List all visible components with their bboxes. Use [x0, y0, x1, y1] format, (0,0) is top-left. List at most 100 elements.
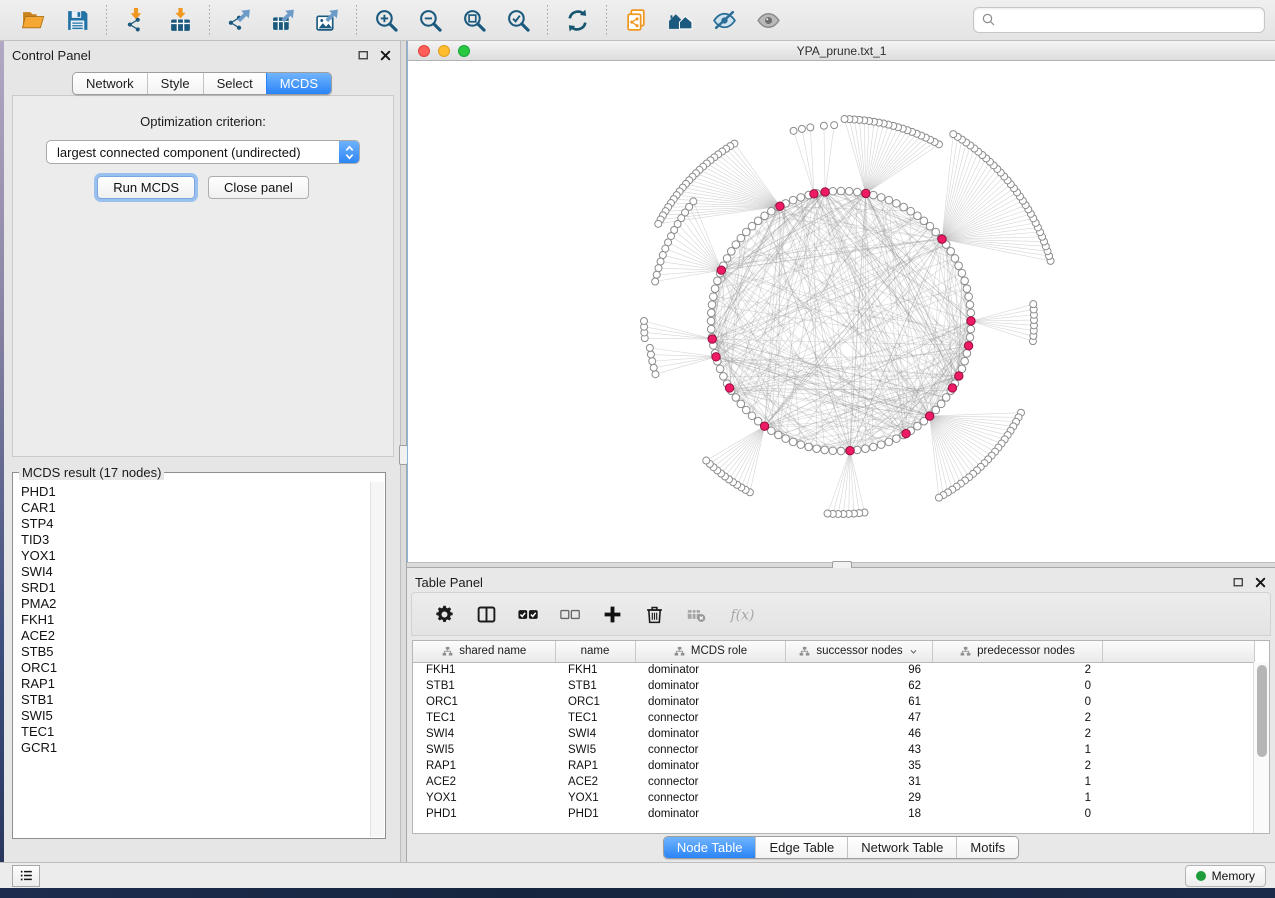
toggle-columns-button[interactable] — [476, 604, 497, 625]
show-all-button[interactable] — [751, 4, 785, 36]
zoom-selected-button[interactable] — [501, 4, 535, 36]
table-cell-filler — [1102, 758, 1254, 774]
table-cell: TEC1 — [555, 710, 635, 726]
export-image-button[interactable] — [310, 4, 344, 36]
tab-style[interactable]: Style — [147, 73, 203, 94]
table-cell: PHD1 — [555, 806, 635, 822]
mcds-list-scrollbar[interactable] — [370, 482, 384, 837]
mcds-result-item[interactable]: ACE2 — [21, 628, 369, 644]
vertical-splitter[interactable] — [400, 41, 407, 862]
table-row[interactable]: RAP1RAP1dominator352 — [413, 758, 1254, 774]
mcds-result-item[interactable]: SWI4 — [21, 564, 369, 580]
table-row[interactable]: SWI4SWI4dominator462 — [413, 726, 1254, 742]
close-panel-icon[interactable] — [379, 49, 392, 62]
table-cell: ORC1 — [413, 694, 555, 710]
table-cell: ORC1 — [555, 694, 635, 710]
table-scrollbar[interactable] — [1253, 662, 1269, 833]
tab-node-table[interactable]: Node Table — [664, 837, 756, 858]
optimization-criterion-select[interactable]: largest connected component (undirected) — [46, 140, 360, 164]
table-row[interactable]: PHD1PHD1dominator180 — [413, 806, 1254, 822]
table-row[interactable]: YOX1YOX1connector291 — [413, 790, 1254, 806]
table-row[interactable]: ACE2ACE2connector311 — [413, 774, 1254, 790]
export-table-button[interactable] — [266, 4, 300, 36]
table-cell: 35 — [785, 758, 932, 774]
console-button[interactable] — [12, 865, 40, 887]
network-canvas[interactable] — [408, 61, 1275, 562]
import-table-button[interactable] — [163, 4, 197, 36]
column-header[interactable]: shared name — [413, 641, 555, 662]
add-column-button[interactable] — [602, 604, 623, 625]
column-header[interactable]: name — [555, 641, 635, 662]
zoom-out-button[interactable] — [413, 4, 447, 36]
attribute-icon — [441, 645, 454, 658]
table-row[interactable]: FKH1FKH1dominator962 — [413, 662, 1254, 678]
float-panel-icon[interactable] — [1232, 576, 1245, 589]
mcds-result-item[interactable]: RAP1 — [21, 676, 369, 692]
close-panel-icon[interactable] — [1254, 576, 1267, 589]
mcds-result-item[interactable]: STB1 — [21, 692, 369, 708]
search-input[interactable] — [998, 13, 1258, 28]
table-cell: FKH1 — [555, 662, 635, 678]
table-settings-button[interactable] — [434, 604, 455, 625]
memory-button[interactable]: Memory — [1185, 865, 1266, 887]
run-mcds-button[interactable]: Run MCDS — [97, 176, 195, 199]
delete-table-button[interactable] — [686, 604, 707, 625]
save-session-button[interactable] — [60, 4, 94, 36]
mcds-result-item[interactable]: ORC1 — [21, 660, 369, 676]
table-toolbar: f(x) — [411, 592, 1271, 636]
mcds-result-item[interactable]: CAR1 — [21, 500, 369, 516]
table-cell: SWI4 — [555, 726, 635, 742]
table-row[interactable]: STB1STB1dominator620 — [413, 678, 1254, 694]
zoom-fit-button[interactable] — [457, 4, 491, 36]
mcds-result-item[interactable]: PMA2 — [21, 596, 369, 612]
tab-edge-table[interactable]: Edge Table — [755, 837, 847, 858]
mcds-result-item[interactable]: STP4 — [21, 516, 369, 532]
mcds-result-item[interactable]: YOX1 — [21, 548, 369, 564]
column-header[interactable]: predecessor nodes — [932, 641, 1102, 662]
mcds-result-item[interactable]: SWI5 — [21, 708, 369, 724]
search-box[interactable] — [973, 7, 1265, 33]
table-cell: ACE2 — [413, 774, 555, 790]
deselect-all-button[interactable] — [560, 604, 581, 625]
zoom-in-button[interactable] — [369, 4, 403, 36]
main-toolbar — [0, 0, 1275, 41]
close-panel-button[interactable]: Close panel — [208, 176, 309, 199]
scrollbar-thumb[interactable] — [1257, 665, 1267, 757]
delete-column-button[interactable] — [644, 604, 665, 625]
tab-motifs[interactable]: Motifs — [956, 837, 1018, 858]
export-network-button[interactable] — [222, 4, 256, 36]
mcds-result-item[interactable]: FKH1 — [21, 612, 369, 628]
table-cell: 43 — [785, 742, 932, 758]
refresh-layout-button[interactable] — [560, 4, 594, 36]
table-cell: 31 — [785, 774, 932, 790]
select-stepper-icon — [339, 140, 359, 164]
table-row[interactable]: SWI5SWI5connector431 — [413, 742, 1254, 758]
table-row[interactable]: ORC1ORC1dominator610 — [413, 694, 1254, 710]
import-network-button[interactable] — [119, 4, 153, 36]
column-header[interactable]: MCDS role — [635, 641, 785, 662]
mcds-result-item[interactable]: TID3 — [21, 532, 369, 548]
open-file-button[interactable] — [16, 4, 50, 36]
mcds-result-item[interactable]: TEC1 — [21, 724, 369, 740]
function-builder-button[interactable]: f(x) — [728, 604, 761, 625]
table-row[interactable]: TEC1TEC1connector472 — [413, 710, 1254, 726]
tab-network[interactable]: Network — [73, 73, 147, 94]
table-cell: dominator — [635, 806, 785, 822]
mcds-result-item[interactable]: SRD1 — [21, 580, 369, 596]
first-neighbors-button[interactable] — [663, 4, 697, 36]
table-cell: 2 — [932, 758, 1102, 774]
float-panel-icon[interactable] — [357, 49, 370, 62]
column-header[interactable]: successor nodes — [785, 641, 932, 662]
tab-network-table[interactable]: Network Table — [847, 837, 956, 858]
select-all-button[interactable] — [518, 604, 539, 625]
mcds-result-item[interactable]: PHD1 — [21, 484, 369, 500]
clone-network-button[interactable] — [619, 4, 653, 36]
hide-selected-button[interactable] — [707, 4, 741, 36]
toolbar-separator — [606, 5, 607, 35]
tab-mcds[interactable]: MCDS — [266, 73, 331, 94]
network-graph[interactable] — [408, 61, 1275, 562]
mcds-result-item[interactable]: GCR1 — [21, 740, 369, 756]
svg-text:f(x): f(x) — [730, 607, 755, 623]
mcds-result-item[interactable]: STB5 — [21, 644, 369, 660]
tab-select[interactable]: Select — [203, 73, 266, 94]
